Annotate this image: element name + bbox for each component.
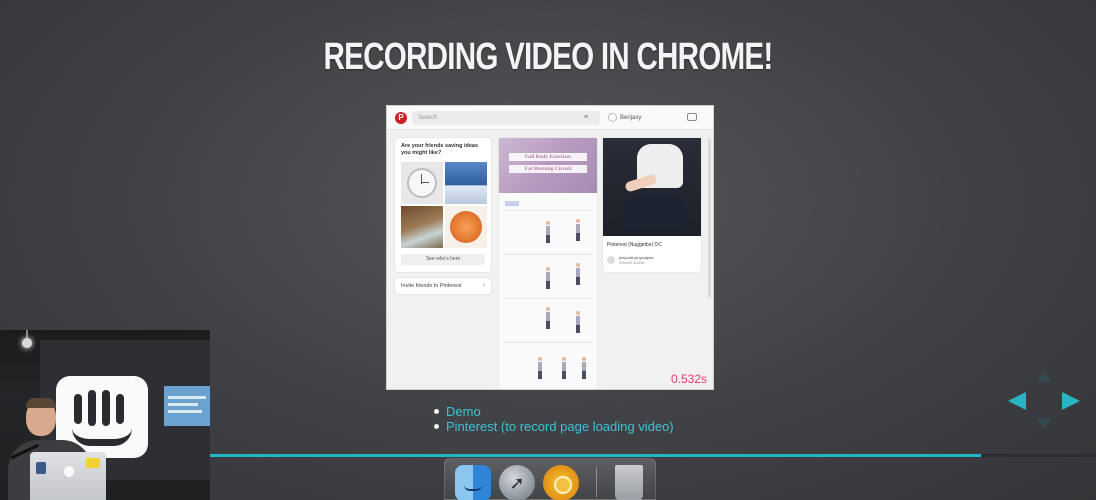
beach-thumbnail: [445, 162, 487, 204]
dock-separator: [596, 467, 597, 497]
watch-thumbnail: [401, 162, 443, 204]
pinterest-screenshot: P Search ≡ Benjaxy Are your friends savi…: [386, 105, 714, 390]
apple-icon: [64, 466, 74, 477]
wall-poster: [164, 386, 210, 426]
load-timer: 0.532s: [670, 372, 707, 386]
fashion-image: [603, 138, 701, 236]
slide-title: RECORDING VIDEO IN CHROME!: [323, 36, 773, 78]
up-arrow-icon: [1036, 372, 1052, 382]
webcam-overlay: [0, 330, 210, 500]
pinner-board: Kittened Subtitle: [619, 261, 645, 265]
fitness-title-line1: Full Body Exercises: [509, 153, 587, 161]
fitness-tag: [505, 201, 519, 206]
macos-dock: ➚: [444, 458, 656, 500]
right-arrow-icon[interactable]: [1062, 392, 1080, 410]
pinner-avatar: [607, 256, 615, 264]
chrome-canary-icon[interactable]: [543, 465, 579, 500]
forest-thumbnail: [401, 206, 443, 248]
suggest-card: Are your friends saving ideas you might …: [395, 138, 491, 272]
finder-icon[interactable]: [455, 465, 491, 500]
trash-icon[interactable]: [615, 465, 643, 500]
invite-label: Invite friends to Pinterest: [401, 283, 462, 289]
laptop: [30, 452, 106, 500]
chat-icon: [687, 113, 697, 121]
fitness-pin: Full Body Exercises Fat Burning Circuit: [499, 138, 597, 389]
slide-progress-bar: [210, 454, 1096, 457]
pinterest-header: P Search ≡ Benjaxy: [387, 106, 713, 130]
bullet-list: Demo Pinterest (to record page loading v…: [430, 404, 674, 434]
chevron-right-icon: ›: [482, 282, 485, 289]
fitness-hero-image: Full Body Exercises Fat Burning Circuit: [499, 138, 597, 193]
lamp-icon: [22, 338, 32, 348]
exercise-row: [503, 342, 593, 386]
invite-card: Invite friends to Pinterest ›: [395, 278, 491, 294]
fitness-title-line2: Fat Burning Circuit: [509, 165, 587, 173]
user-name: Benjaxy: [620, 115, 642, 121]
bullet-pinterest[interactable]: Pinterest (to record page loading video): [430, 419, 674, 434]
user-avatar: [608, 113, 617, 122]
exercise-row: [503, 210, 593, 252]
left-arrow-icon[interactable]: [1008, 392, 1026, 410]
launchpad-icon[interactable]: ➚: [499, 465, 535, 500]
fashion-pin: Pinterest (Nuggetbe) OC pinyoutt pinyout…: [603, 138, 701, 272]
menu-icon: ≡: [583, 114, 589, 121]
food-thumbnail: [445, 206, 487, 248]
pinterest-logo-icon: P: [395, 112, 407, 124]
pinner-name: pinyoutt pinyoutpan: [619, 255, 654, 260]
fashion-caption: Pinterest (Nuggetbe) OC: [607, 242, 663, 248]
slide-progress-fill: [210, 454, 981, 457]
exercise-row: [503, 298, 593, 340]
suggest-question: Are your friends saving ideas you might …: [401, 143, 479, 156]
bullet-demo[interactable]: Demo: [430, 404, 674, 419]
pinterest-search-input: Search: [412, 111, 600, 125]
screenshot-scrollbar: [708, 138, 711, 298]
down-arrow-icon: [1036, 418, 1052, 428]
see-whos-here-button: See who's here: [401, 254, 485, 265]
exercise-row: [503, 254, 593, 296]
